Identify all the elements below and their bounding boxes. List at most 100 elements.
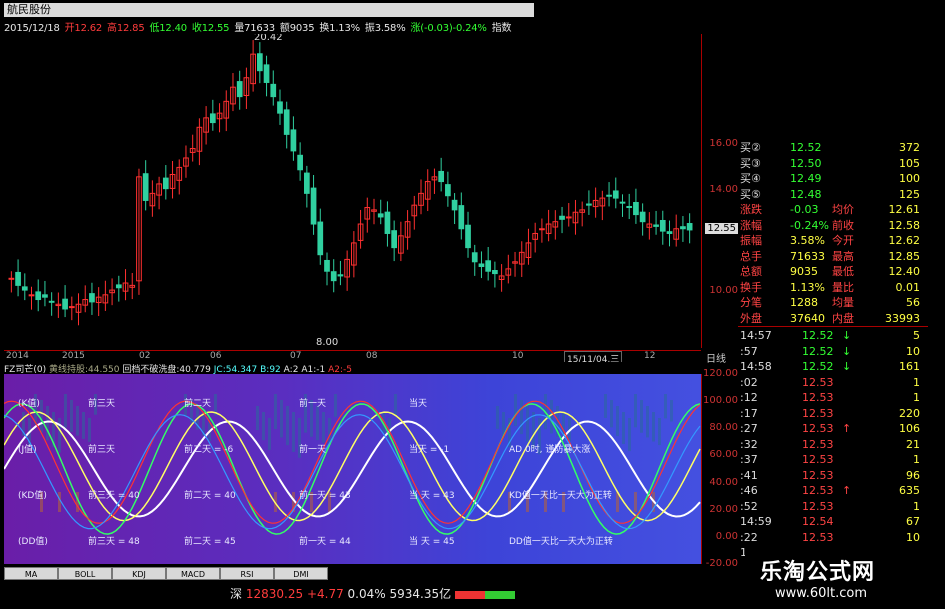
indicator-bar bbox=[256, 406, 259, 431]
indicator-bar bbox=[76, 406, 79, 436]
tick-volume: 10 bbox=[906, 530, 920, 544]
tab-ma[interactable]: MA bbox=[4, 567, 58, 580]
candle-body bbox=[438, 170, 445, 183]
indicator-annotation: 当 天 = 43 bbox=[409, 489, 455, 501]
indicator-annotation: (KD值) bbox=[18, 489, 47, 501]
indicator-note: KD值一天比一天大为正转 bbox=[509, 489, 612, 501]
stat-value: 33993 bbox=[885, 311, 920, 325]
indicator-bar bbox=[526, 406, 529, 442]
indicator-bar bbox=[262, 412, 265, 441]
tick-price: 12.52 bbox=[802, 360, 834, 373]
candle-body bbox=[377, 213, 384, 218]
indicator-bar bbox=[40, 400, 43, 433]
tick-direction-icon: ↑ bbox=[842, 422, 852, 435]
stat-label: 内盘 bbox=[832, 311, 854, 325]
indicator-axis-tick: 100.00 bbox=[703, 395, 738, 407]
candle-body bbox=[686, 223, 693, 231]
bid-volume: 100 bbox=[899, 172, 920, 185]
price-tick: 14.00 bbox=[709, 184, 738, 195]
quote-low: 低12.40 bbox=[149, 23, 187, 34]
indicator-bar bbox=[322, 412, 325, 443]
time-label: 06 bbox=[210, 351, 222, 361]
quote-row: 14:57 12.52 ↓ 5 bbox=[738, 328, 928, 343]
quote-row: 14:58 12.52 ↓ 161 bbox=[738, 359, 928, 374]
tick-volume: 5 bbox=[913, 329, 920, 342]
quote-row: 总手 71633 最高 12.85 bbox=[738, 249, 928, 264]
price-tick: 10.00 bbox=[709, 285, 738, 296]
stat-label: 前收 bbox=[832, 218, 854, 232]
time-label: 12 bbox=[644, 351, 656, 361]
stat-label: 涨跌 bbox=[740, 203, 762, 216]
candle-body bbox=[565, 216, 572, 219]
candle-body bbox=[445, 184, 451, 197]
candle-body bbox=[256, 53, 263, 72]
quote-row: 涨跌 -0.03 均价 12.61 bbox=[738, 202, 928, 217]
quote-row: :12 12.53 1 bbox=[738, 390, 928, 405]
tick-price: 12.53 bbox=[802, 453, 834, 466]
indicator-bar bbox=[514, 394, 517, 426]
quote-row: :46 12.53 ↑ 635 bbox=[738, 483, 928, 498]
candle-body bbox=[62, 298, 68, 310]
quote-row: :17 12.53 220 bbox=[738, 406, 928, 421]
tick-time: :32 bbox=[740, 437, 758, 451]
tick-direction-icon: ↓ bbox=[842, 360, 852, 373]
time-label: 10 bbox=[512, 351, 524, 361]
indicator-annotation: (J值) bbox=[18, 443, 37, 455]
quote-row: :02 12.53 1 bbox=[738, 375, 928, 390]
watermark-url: www.60lt.com bbox=[775, 586, 867, 601]
indicator-annotation: 前三天 = 40 bbox=[88, 489, 140, 501]
indicator-panel[interactable]: (K值) 前三天 前二天 前一天 当天(J值) 前三天 前二天 = -6 前一天 当天 = -1… bbox=[4, 374, 701, 564]
tick-price: 12.53 bbox=[802, 468, 834, 482]
stat-value: 1288 bbox=[790, 296, 818, 309]
panel-divider bbox=[738, 326, 928, 327]
breadth-bar bbox=[454, 590, 515, 599]
bid-volume: 372 bbox=[899, 141, 920, 154]
candle-body bbox=[465, 224, 471, 249]
indicator-bar bbox=[268, 418, 271, 450]
stat-label: 最高 bbox=[832, 249, 854, 263]
candle-body bbox=[236, 81, 243, 98]
indicator-axis-tick: 20.00 bbox=[709, 503, 738, 515]
tick-direction-icon: ↓ bbox=[842, 344, 852, 358]
stat-value: 71633 bbox=[790, 249, 825, 263]
indicator-annotation: 前二天 bbox=[184, 397, 211, 409]
index-value: 12830.25 bbox=[245, 587, 304, 601]
candle-body bbox=[28, 294, 35, 297]
tab-dmi[interactable]: DMI bbox=[274, 567, 328, 580]
candle-body bbox=[471, 252, 478, 263]
tick-price: 12.53 bbox=[802, 499, 834, 513]
candle-body bbox=[162, 177, 169, 190]
candle-body bbox=[68, 306, 75, 309]
candle-body bbox=[89, 293, 95, 303]
tab-boll[interactable]: BOLL bbox=[58, 567, 112, 580]
time-label: 02 bbox=[139, 351, 151, 361]
trough-price-label: 8.00 bbox=[316, 337, 338, 348]
tick-time: :46 bbox=[740, 484, 758, 497]
period-label[interactable]: 日线 bbox=[706, 350, 726, 365]
indicator-bar bbox=[292, 412, 295, 452]
quote-row: :22 12.53 10 bbox=[738, 530, 928, 545]
bid-level-label: 买③ bbox=[740, 156, 761, 170]
tab-macd[interactable]: MACD bbox=[166, 567, 220, 580]
candle-body bbox=[539, 228, 545, 231]
stat-value: 12.58 bbox=[888, 218, 921, 232]
candlestick-chart[interactable]: 20.42 8.00 bbox=[4, 34, 701, 348]
candle-body bbox=[586, 203, 592, 206]
tick-price: 12.52 bbox=[802, 344, 834, 358]
tab-rsi[interactable]: RSI bbox=[220, 567, 274, 580]
indicator-bar bbox=[646, 406, 649, 438]
quote-row: 买② 12.52 372 bbox=[738, 140, 928, 155]
time-label: 2015 bbox=[62, 351, 85, 361]
indicator-annotation: 前三天 bbox=[88, 397, 115, 409]
indicator-bar bbox=[394, 394, 397, 416]
indicator-bar bbox=[616, 406, 619, 437]
bid-level-label: 买⑤ bbox=[740, 187, 761, 201]
candle-body bbox=[310, 187, 317, 225]
quote-row: 涨幅 -0.24% 前收 12.58 bbox=[738, 218, 928, 233]
tick-volume: 106 bbox=[899, 422, 920, 435]
candle-body bbox=[15, 271, 21, 286]
tab-kdj[interactable]: KDJ bbox=[112, 567, 166, 580]
stat-value: 1.13% bbox=[790, 280, 825, 294]
exchange-label: 深 bbox=[230, 587, 243, 601]
tick-price: 12.53 bbox=[802, 530, 834, 544]
